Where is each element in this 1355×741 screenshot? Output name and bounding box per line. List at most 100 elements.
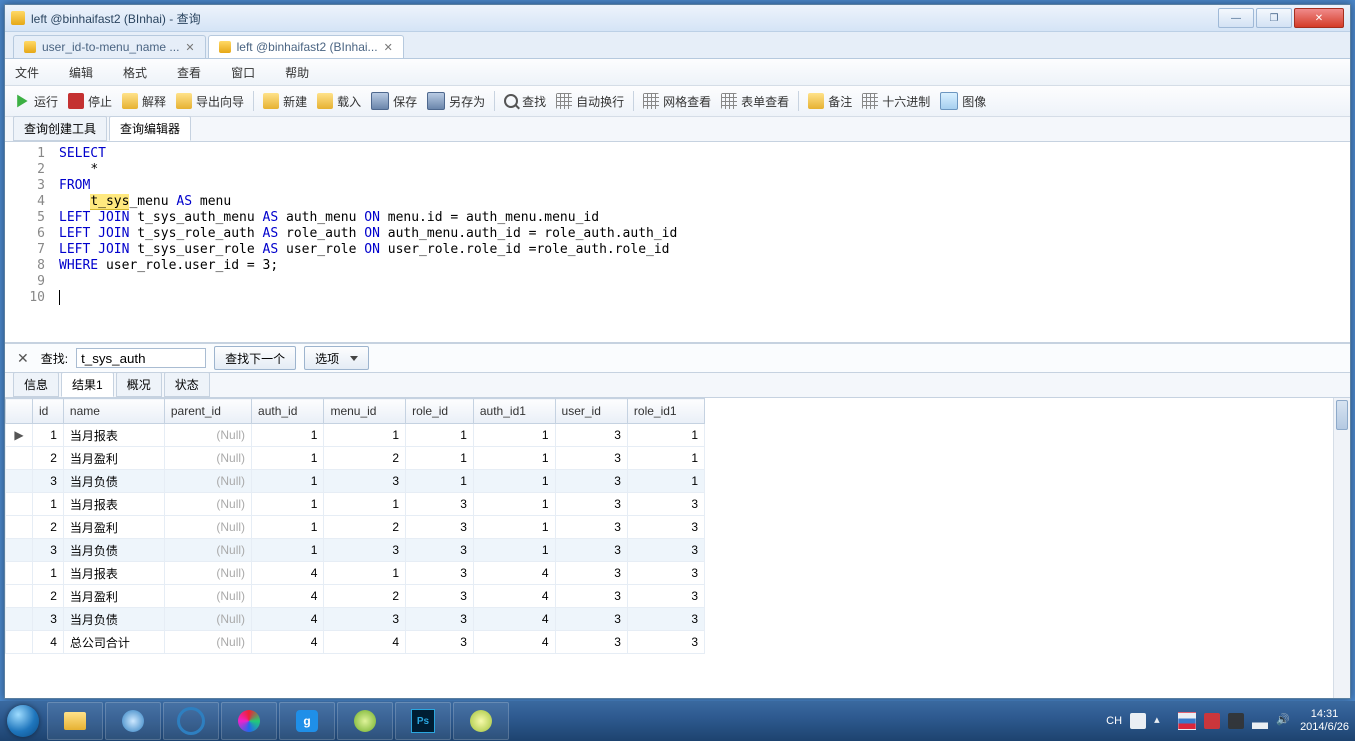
table-cell[interactable]: 2	[33, 516, 64, 539]
table-cell[interactable]: 3	[406, 516, 474, 539]
image-button[interactable]: 图像	[935, 89, 991, 113]
tab-left-binhaifast2[interactable]: left @binhaifast2 (BInhai... ✕	[208, 35, 404, 58]
table-cell[interactable]: 1	[406, 470, 474, 493]
table-row[interactable]: 3当月负债(Null)433433	[6, 608, 705, 631]
gridview-button[interactable]: 网格查看	[638, 89, 716, 113]
table-cell[interactable]: 4	[324, 631, 406, 654]
explain-button[interactable]: 解释	[117, 89, 171, 113]
table-cell[interactable]: 3	[406, 585, 474, 608]
menu-help[interactable]: 帮助	[285, 64, 309, 81]
table-cell[interactable]: 2	[324, 585, 406, 608]
table-cell[interactable]: (Null)	[164, 608, 251, 631]
table-cell[interactable]: 3	[555, 493, 627, 516]
table-cell[interactable]: 3	[33, 470, 64, 493]
table-cell[interactable]: 3	[627, 493, 704, 516]
start-button[interactable]	[0, 701, 46, 741]
taskbar-item-ps[interactable]: Ps	[395, 702, 451, 740]
column-header[interactable]	[6, 399, 33, 424]
table-cell[interactable]: 3	[33, 539, 64, 562]
taskbar-item-app4[interactable]	[453, 702, 509, 740]
table-cell[interactable]: 1	[252, 493, 324, 516]
table-cell[interactable]: 1	[252, 424, 324, 447]
table-cell[interactable]: 1	[627, 447, 704, 470]
taskbar-item-app3[interactable]	[337, 702, 393, 740]
table-cell[interactable]: 3	[406, 608, 474, 631]
table-cell[interactable]: 1	[627, 424, 704, 447]
tray-icon[interactable]	[1130, 713, 1146, 729]
table-row[interactable]: ▶1当月报表(Null)111131	[6, 424, 705, 447]
tray-chevron-icon[interactable]: ▴	[1154, 713, 1170, 729]
table-cell[interactable]: 4	[473, 585, 555, 608]
table-cell[interactable]: (Null)	[164, 631, 251, 654]
table-row[interactable]: 2当月盈利(Null)123133	[6, 516, 705, 539]
result-grid[interactable]: idnameparent_idauth_idmenu_idrole_idauth…	[5, 398, 1350, 698]
table-cell[interactable]: 3	[627, 608, 704, 631]
sql-editor[interactable]: 12345678910 SELECT * FROM t_sys_menu AS …	[5, 142, 1350, 343]
table-cell[interactable]: 3	[627, 585, 704, 608]
table-cell[interactable]: 1	[473, 539, 555, 562]
table-cell[interactable]: 1	[33, 424, 64, 447]
tray-icon[interactable]	[1228, 713, 1244, 729]
table-row[interactable]: 3当月负债(Null)133133	[6, 539, 705, 562]
note-button[interactable]: 备注	[803, 89, 857, 113]
table-cell[interactable]: 1	[33, 562, 64, 585]
table-cell[interactable]: 当月负债	[63, 470, 164, 493]
run-button[interactable]: 运行	[9, 89, 63, 113]
table-cell[interactable]: (Null)	[164, 493, 251, 516]
table-cell[interactable]: 1	[406, 424, 474, 447]
table-cell[interactable]: 当月报表	[63, 493, 164, 516]
table-cell[interactable]: 总公司合计	[63, 631, 164, 654]
table-cell[interactable]	[6, 631, 33, 654]
title-bar[interactable]: left @binhaifast2 (BInhai) - 查询 — ❐ ✕	[5, 5, 1350, 32]
taskbar-item-explorer[interactable]	[47, 702, 103, 740]
table-row[interactable]: 3当月负债(Null)131131	[6, 470, 705, 493]
sql-code[interactable]: SELECT * FROM t_sys_menu AS menu LEFT JO…	[53, 142, 1350, 342]
table-cell[interactable]: 3	[627, 539, 704, 562]
table-cell[interactable]	[6, 585, 33, 608]
table-cell[interactable]: 4	[252, 631, 324, 654]
table-cell[interactable]: 1	[252, 470, 324, 493]
table-cell[interactable]: 1	[473, 424, 555, 447]
table-cell[interactable]: 3	[406, 539, 474, 562]
table-cell[interactable]: 3	[406, 631, 474, 654]
system-tray[interactable]: CH ▴ 🔊 14:31 2014/6/26	[1106, 708, 1355, 734]
table-cell[interactable]: (Null)	[164, 447, 251, 470]
table-cell[interactable]: 3	[324, 608, 406, 631]
table-row[interactable]: 2当月盈利(Null)121131	[6, 447, 705, 470]
table-cell[interactable]: 3	[555, 562, 627, 585]
column-header[interactable]: role_id	[406, 399, 474, 424]
table-cell[interactable]: 3	[324, 470, 406, 493]
export-button[interactable]: 导出向导	[171, 89, 249, 113]
save-button[interactable]: 保存	[366, 89, 422, 113]
table-cell[interactable]: (Null)	[164, 470, 251, 493]
volume-icon[interactable]: 🔊	[1276, 713, 1292, 729]
table-cell[interactable]: 1	[324, 562, 406, 585]
tab-close-icon[interactable]: ✕	[185, 41, 194, 54]
table-cell[interactable]: 2	[324, 516, 406, 539]
table-cell[interactable]: 3	[555, 447, 627, 470]
table-cell[interactable]: ▶	[6, 424, 33, 447]
data-table[interactable]: idnameparent_idauth_idmenu_idrole_idauth…	[5, 398, 705, 654]
table-cell[interactable]: (Null)	[164, 585, 251, 608]
table-cell[interactable]	[6, 562, 33, 585]
table-cell[interactable]: 3	[406, 562, 474, 585]
tab-result1[interactable]: 结果1	[61, 372, 114, 397]
tab-status[interactable]: 状态	[164, 372, 210, 397]
table-cell[interactable]: (Null)	[164, 516, 251, 539]
table-cell[interactable]: 3	[555, 631, 627, 654]
tab-query-editor[interactable]: 查询编辑器	[109, 116, 191, 141]
table-row[interactable]: 4总公司合计(Null)443433	[6, 631, 705, 654]
table-cell[interactable]: 当月负债	[63, 608, 164, 631]
table-cell[interactable]: 4	[252, 608, 324, 631]
table-cell[interactable]: 4	[252, 562, 324, 585]
tab-close-icon[interactable]: ✕	[384, 41, 393, 54]
menu-edit[interactable]: 编辑	[69, 64, 93, 81]
hex-button[interactable]: 十六进制	[857, 89, 935, 113]
table-cell[interactable]: 1	[473, 470, 555, 493]
table-cell[interactable]: 3	[555, 539, 627, 562]
table-cell[interactable]: 3	[555, 585, 627, 608]
menu-format[interactable]: 格式	[123, 64, 147, 81]
column-header[interactable]: user_id	[555, 399, 627, 424]
table-cell[interactable]: 1	[473, 516, 555, 539]
table-cell[interactable]: 1	[252, 539, 324, 562]
